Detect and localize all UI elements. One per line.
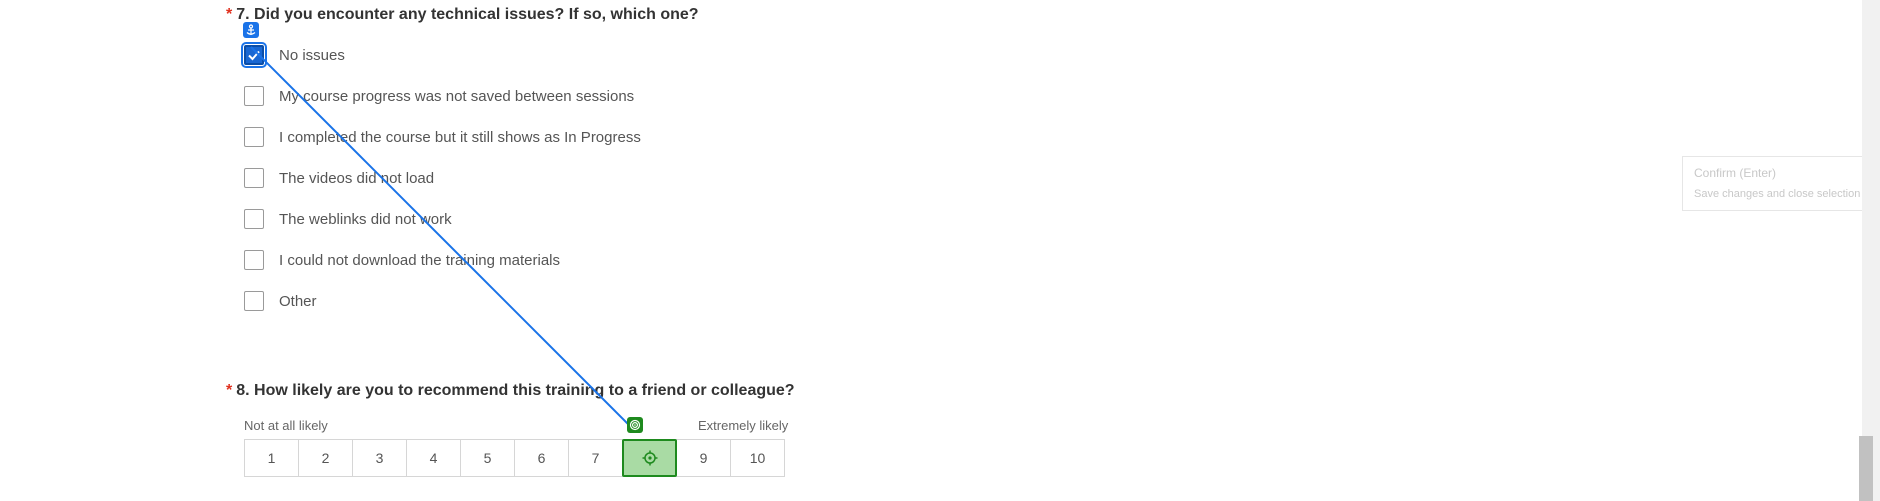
target-icon: [627, 417, 643, 433]
option-weblinks-not-work[interactable]: The weblinks did not work: [244, 206, 452, 232]
required-asterisk: *: [226, 382, 233, 399]
rating-scale: 1 2 3 4 5 6 7 9 10: [244, 439, 785, 477]
rating-option-2[interactable]: 2: [298, 439, 353, 477]
question-7-title: * 7. Did you encounter any technical issu…: [226, 6, 699, 24]
anchor-icon: [243, 22, 259, 38]
rating-option-4[interactable]: 4: [406, 439, 461, 477]
checkbox-no-issues[interactable]: [241, 42, 267, 68]
required-asterisk: *: [226, 6, 233, 23]
option-label: My course progress was not saved between…: [279, 87, 635, 105]
checkmark-icon: [248, 50, 260, 61]
checkbox-still-in-progress[interactable]: [244, 127, 264, 147]
scrollbar-thumb[interactable]: [1859, 436, 1873, 501]
rating-option-9[interactable]: 9: [676, 439, 731, 477]
rating-option-8[interactable]: [622, 439, 677, 477]
confirm-tooltip: Confirm (Enter) Save changes and close s…: [1682, 156, 1880, 211]
option-progress-not-saved[interactable]: My course progress was not saved between…: [244, 83, 634, 109]
rating-option-10[interactable]: 10: [730, 439, 785, 477]
option-no-issues[interactable]: No issues: [241, 42, 345, 68]
option-no-download[interactable]: I could not download the training materi…: [244, 247, 560, 273]
scale-low-label: Not at all likely: [244, 418, 328, 433]
option-label: I could not download the training materi…: [279, 251, 561, 269]
tooltip-title: Confirm (Enter): [1694, 166, 1777, 180]
question-8-title: * 8. How likely are you to recommend this…: [226, 382, 795, 400]
checkbox-no-download[interactable]: [244, 250, 264, 270]
rating-option-5[interactable]: 5: [460, 439, 515, 477]
tooltip-subtitle: Save changes and close selection w: [1694, 188, 1872, 200]
rating-option-3[interactable]: 3: [352, 439, 407, 477]
checkbox-weblinks-not-work[interactable]: [244, 209, 264, 229]
rating-option-1[interactable]: 1: [244, 439, 299, 477]
question-8-text: 8. How likely are you to recommend this …: [236, 382, 795, 399]
option-label: The weblinks did not work: [279, 210, 452, 228]
scrollbar-track[interactable]: [1862, 0, 1880, 501]
option-label: I completed the course but it still show…: [279, 128, 641, 146]
option-videos-not-load[interactable]: The videos did not load: [244, 165, 434, 191]
option-other[interactable]: Other: [244, 288, 317, 314]
option-label: Other: [279, 292, 317, 310]
question-7-text: 7. Did you encounter any technical issue…: [236, 6, 699, 23]
option-label: No issues: [279, 46, 345, 64]
rating-option-6[interactable]: 6: [514, 439, 569, 477]
option-label: The videos did not load: [279, 169, 435, 187]
checkbox-progress-not-saved[interactable]: [244, 86, 264, 106]
scale-high-label: Extremely likely: [698, 418, 789, 433]
rating-option-7[interactable]: 7: [568, 439, 623, 477]
checkbox-other[interactable]: [244, 291, 264, 311]
checkbox-videos-not-load[interactable]: [244, 168, 264, 188]
crosshair-icon: [642, 450, 657, 466]
option-still-in-progress[interactable]: I completed the course but it still show…: [244, 124, 641, 150]
